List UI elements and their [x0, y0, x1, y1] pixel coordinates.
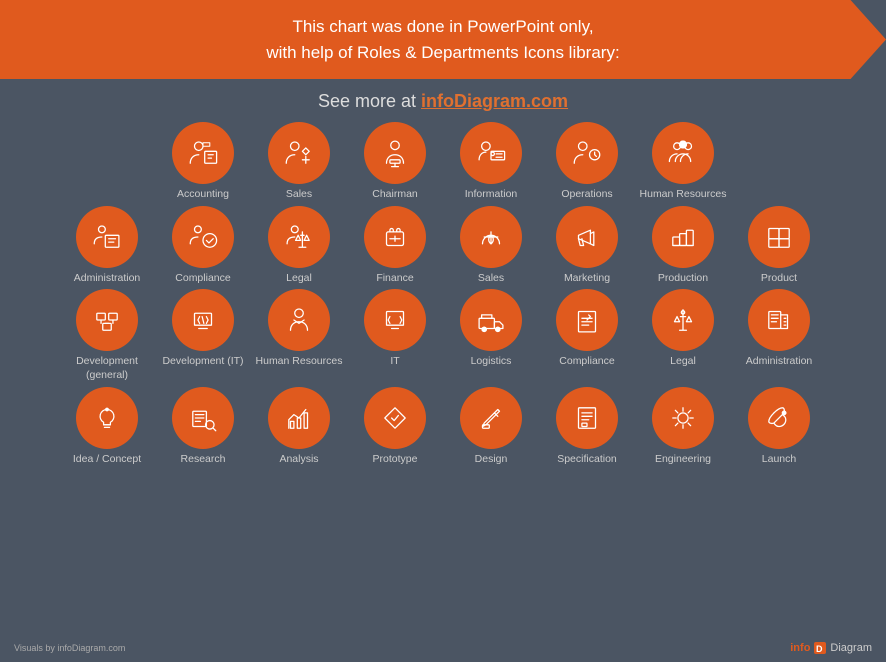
icon-item-engineering: Engineering	[638, 387, 728, 467]
icon-label-administration: Administration	[74, 272, 141, 286]
infodiagram-link[interactable]: infoDiagram.com	[421, 91, 568, 111]
icon-label-sales: Sales	[286, 188, 312, 202]
icon-item-legal2: Legal	[638, 289, 728, 369]
icon-label-it: IT	[390, 355, 399, 369]
icon-item-finance: Finance	[350, 206, 440, 286]
icon-label-marketing: Marketing	[564, 272, 610, 286]
icon-label-engineering: Engineering	[655, 453, 711, 467]
icon-label-sales2: Sales	[478, 272, 504, 286]
icon-item-compliance: Compliance	[158, 206, 248, 286]
icon-circle-operations	[556, 122, 618, 184]
icon-label-dev-general: Development (general)	[63, 355, 151, 382]
footer-logo: info D Diagram	[790, 640, 872, 656]
icon-label-administration2: Administration	[746, 355, 813, 369]
icon-item-compliance2: Compliance	[542, 289, 632, 369]
icon-label-production: Production	[658, 272, 708, 286]
footer: Visuals by infoDiagram.com info D Diagra…	[0, 640, 886, 656]
icon-row-3: Development (general) Development (IT) H…	[62, 289, 824, 382]
icon-label-launch: Launch	[762, 453, 796, 467]
icon-label-finance: Finance	[376, 272, 413, 286]
icon-item-operations: Operations	[542, 122, 632, 202]
icon-item-specification: Specification	[542, 387, 632, 467]
icon-circle-sales	[268, 122, 330, 184]
icon-label-product: Product	[761, 272, 797, 286]
icon-item-logistics: Logistics	[446, 289, 536, 369]
icon-label-specification: Specification	[557, 453, 617, 467]
icon-label-compliance2: Compliance	[559, 355, 614, 369]
icon-item-it: IT	[350, 289, 440, 369]
icon-item-human-resources: Human Resources	[638, 122, 728, 202]
banner: This chart was done in PowerPoint only, …	[0, 0, 886, 79]
icon-label-prototype: Prototype	[373, 453, 418, 467]
icon-label-chairman: Chairman	[372, 188, 418, 202]
icon-label-logistics: Logistics	[471, 355, 512, 369]
icon-item-sales: Sales	[254, 122, 344, 202]
icon-item-administration2: Administration	[734, 289, 824, 369]
icon-label-human-resources2: Human Resources	[256, 355, 343, 369]
icon-circle-accounting	[172, 122, 234, 184]
icon-item-sales2: Sales	[446, 206, 536, 286]
logo-icon: D	[812, 640, 828, 656]
icon-item-dev-general: Development (general)	[62, 289, 152, 382]
icon-item-prototype: Prototype	[350, 387, 440, 467]
icon-item-analysis: Analysis	[254, 387, 344, 467]
icon-item-administration: Administration	[62, 206, 152, 286]
icon-item-human-resources2: Human Resources	[254, 289, 344, 369]
icon-label-compliance: Compliance	[175, 272, 230, 286]
icon-item-legal: Legal	[254, 206, 344, 286]
icon-label-idea: Idea / Concept	[73, 453, 141, 467]
main-container: This chart was done in PowerPoint only, …	[0, 0, 886, 662]
icon-label-human-resources: Human Resources	[640, 188, 727, 202]
banner-text: This chart was done in PowerPoint only, …	[60, 14, 826, 65]
icon-label-information: Information	[465, 188, 518, 202]
icon-label-legal2: Legal	[670, 355, 696, 369]
icon-item-production: Production	[638, 206, 728, 286]
icon-label-analysis: Analysis	[279, 453, 318, 467]
icon-item-chairman: Chairman	[350, 122, 440, 202]
icon-item-product: Product	[734, 206, 824, 286]
icon-row-1: Accounting Sales Chairman Information	[158, 122, 728, 202]
icon-label-design: Design	[475, 453, 508, 467]
icon-item-dev-it: Development (IT)	[158, 289, 248, 369]
icon-row-4: Idea / Concept Research Analysis Prototy…	[62, 387, 824, 467]
footer-credit: Visuals by infoDiagram.com	[14, 643, 125, 653]
icon-item-idea: Idea / Concept	[62, 387, 152, 467]
icon-label-legal: Legal	[286, 272, 312, 286]
icon-item-launch: Launch	[734, 387, 824, 467]
icon-label-operations: Operations	[561, 188, 612, 202]
icon-row-2: Administration Compliance Legal Finance	[62, 206, 824, 286]
icon-item-design: Design	[446, 387, 536, 467]
icon-item-accounting: Accounting	[158, 122, 248, 202]
icon-circle-human-resources	[652, 122, 714, 184]
svg-text:D: D	[816, 644, 823, 654]
icon-label-accounting: Accounting	[177, 188, 229, 202]
icon-circle-information	[460, 122, 522, 184]
icon-label-research: Research	[181, 453, 226, 467]
icon-label-dev-it: Development (IT)	[162, 355, 243, 369]
icon-item-information: Information	[446, 122, 536, 202]
see-more-text: See more at infoDiagram.com	[318, 91, 568, 112]
icon-circle-chairman	[364, 122, 426, 184]
icon-grid: Accounting Sales Chairman Information	[52, 122, 834, 466]
icon-item-research: Research	[158, 387, 248, 467]
icon-item-marketing: Marketing	[542, 206, 632, 286]
